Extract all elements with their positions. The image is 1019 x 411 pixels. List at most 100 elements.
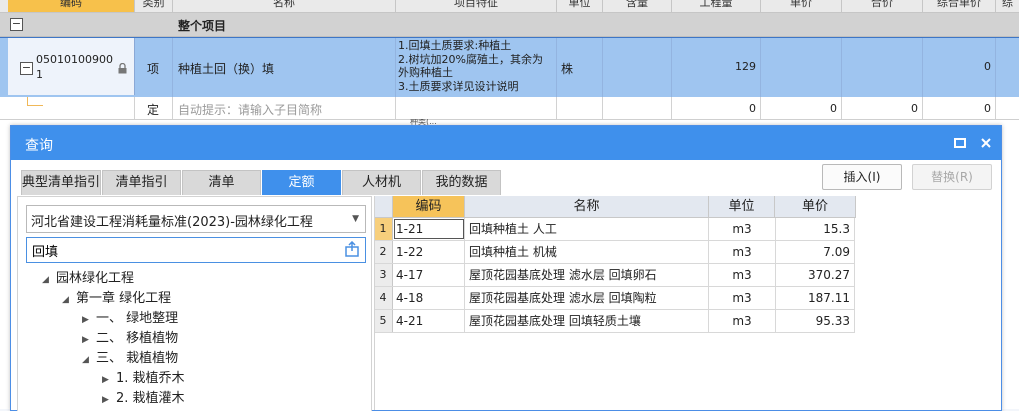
cell-name[interactable]: 回填种植土 人工	[465, 218, 709, 240]
header-unit[interactable]: 单位	[557, 0, 603, 12]
close-icon[interactable]	[977, 134, 995, 152]
cell-price[interactable]: 370.27	[775, 264, 855, 286]
header-content[interactable]: 含量	[603, 0, 672, 12]
cell-price[interactable]: 7.09	[775, 241, 855, 263]
search-input[interactable]	[30, 240, 334, 260]
cell-code[interactable]: 1-22	[393, 241, 465, 263]
cell-name[interactable]: 屋顶花园基底处理 滤水层 回填陶粒	[465, 287, 709, 309]
table-row[interactable]: 2 1-22 回填种植土 机械 m3 7.09	[374, 241, 855, 264]
sub-total: 0	[911, 102, 918, 115]
whole-project-row[interactable]: − 整个项目	[0, 13, 1019, 37]
row-index[interactable]: 4	[374, 287, 393, 309]
tab-labor-material-machine[interactable]: 人材机	[342, 170, 421, 195]
sub-total-unit-price: 0	[984, 102, 991, 115]
tree-collapsed-icon[interactable]: ▶	[82, 335, 96, 345]
cell-unit[interactable]: m3	[709, 218, 776, 240]
header-name[interactable]: 名称	[173, 0, 396, 12]
header-quantity[interactable]: 工程量	[672, 0, 761, 12]
tree-expanded-icon[interactable]: ◢	[62, 295, 76, 305]
col-unit[interactable]: 单位	[709, 196, 775, 218]
tree-node[interactable]: ▶ 二、 移植植物	[82, 327, 178, 346]
cell-unit[interactable]: m3	[709, 310, 776, 332]
row-index[interactable]: 3	[374, 264, 393, 286]
row-index[interactable]: 1	[374, 218, 393, 240]
sub-unit-price[interactable]: 0	[761, 102, 837, 115]
cell-code[interactable]: 4-18	[393, 287, 465, 309]
cell-code[interactable]: 4-21	[393, 310, 465, 332]
cell-price[interactable]: 187.11	[775, 287, 855, 309]
table-row[interactable]: 1 1-21 回填种植土 人工 m3 15.3	[374, 218, 855, 241]
header-more[interactable]: 综	[996, 0, 1019, 12]
tree-node[interactable]: ▶ 2. 栽植灌木	[102, 387, 185, 406]
tab-typical-bill-guide[interactable]: 典型清单指引	[21, 170, 101, 195]
search-clear-icon[interactable]	[345, 241, 359, 257]
tree-collapsed-icon[interactable]: ▶	[102, 375, 116, 385]
tree-node[interactable]: ◢ 第一章 绿化工程	[62, 287, 171, 306]
tree-node[interactable]: ◢ 园林绿化工程	[42, 267, 134, 286]
sub-quantity[interactable]: 0	[672, 102, 756, 115]
insert-button[interactable]: 插入(I)	[822, 164, 902, 190]
col-price[interactable]: 单价	[775, 196, 856, 218]
tab-quota[interactable]: 定额	[262, 170, 341, 195]
tree-collapsed-icon[interactable]: ▶	[82, 315, 96, 325]
cell-unit[interactable]: m3	[709, 287, 776, 309]
tree-node[interactable]: ◢ 三、 栽植植物	[82, 347, 178, 366]
item-code-line1: 05010100900	[36, 53, 113, 66]
item-features[interactable]: 1.回填土质要求:种植土 2.树坑加20%腐殖土，其余为 外购种植土 3.土质要…	[398, 39, 556, 93]
quota-result-table: 编码 名称 单位 单价 1 1-21 回填种植土 人工 m3 15.3 2 1-…	[374, 196, 856, 336]
row-index[interactable]: 2	[374, 241, 393, 263]
col-code[interactable]: 编码	[393, 196, 465, 218]
collapse-icon[interactable]: −	[10, 18, 23, 31]
quota-library-panel: 河北省建设工程消耗量标准(2023)-园林绿化工程 ▼ ◢园林绿化工程 ◢第一章…	[17, 196, 372, 411]
header-unit-price[interactable]: 单价	[761, 0, 842, 12]
table-row[interactable]: 4 4-18 屋顶花园基底处理 滤水层 回填陶粒 m3 187.11	[374, 287, 855, 310]
cell-unit[interactable]: m3	[709, 241, 776, 263]
tab-bill-guide[interactable]: 清单指引	[102, 170, 181, 195]
item-name[interactable]: 种植土回（换）填	[178, 60, 274, 77]
item-quantity[interactable]: 129	[672, 60, 756, 73]
cell-unit[interactable]: m3	[709, 264, 776, 286]
header-total[interactable]: 合价	[842, 0, 923, 12]
item-code-cell[interactable]: − 05010100900 1	[8, 38, 135, 95]
cell-name[interactable]: 屋顶花园基底处理 回填轻质土壤	[465, 310, 709, 332]
tab-my-data[interactable]: 我的数据	[422, 170, 501, 195]
tab-bill[interactable]: 清单	[182, 170, 261, 195]
cell-price[interactable]: 15.3	[775, 218, 855, 240]
cell-price[interactable]: 95.33	[775, 310, 855, 332]
dialog-title-bar[interactable]: 查询	[11, 126, 1001, 160]
whole-project-label: 整个项目	[178, 19, 227, 33]
cell-name[interactable]: 回填种植土 机械	[465, 241, 709, 263]
maximize-icon[interactable]	[951, 134, 969, 152]
table-row[interactable]: 3 4-17 屋顶花园基底处理 滤水层 回填卵石 m3 370.27	[374, 264, 855, 287]
tree-node[interactable]: ▶ 一、 绿地整理	[82, 307, 178, 326]
item-category[interactable]: 项	[147, 60, 159, 77]
sub-category[interactable]: 定	[147, 101, 159, 118]
quota-sub-row[interactable]: 定 自动提示：请输入子目简称 0 0 0 0	[0, 97, 1019, 120]
bill-item-row[interactable]: − 05010100900 1 项 种植土回（换）填 1.回填土质要求:种植土 …	[0, 37, 1019, 98]
header-features[interactable]: 项目特征	[396, 0, 557, 12]
header-category[interactable]: 类别	[135, 0, 173, 12]
row-index[interactable]: 5	[374, 310, 393, 332]
tree-collapsed-icon[interactable]: ▶	[102, 395, 116, 405]
collapse-icon[interactable]: −	[20, 62, 33, 75]
sub-name-hint[interactable]: 自动提示：请输入子目简称	[178, 101, 322, 118]
dialog-title: 查询	[25, 138, 53, 154]
table-row[interactable]: 5 4-21 屋顶花园基底处理 回填轻质土壤 m3 95.33	[374, 310, 855, 333]
table-corner	[374, 196, 393, 218]
cell-name[interactable]: 屋顶花园基底处理 滤水层 回填卵石	[465, 264, 709, 286]
chevron-down-icon[interactable]: ▼	[352, 214, 359, 224]
item-total-unit-price: 0	[984, 60, 991, 73]
header-code[interactable]: 编码	[8, 0, 135, 12]
search-field[interactable]	[26, 237, 366, 263]
replace-button[interactable]: 替换(R)	[912, 164, 992, 190]
library-select[interactable]: 河北省建设工程消耗量标准(2023)-园林绿化工程 ▼	[26, 205, 366, 233]
cell-code[interactable]: 4-17	[393, 264, 465, 286]
item-unit[interactable]: 株	[561, 60, 573, 77]
header-total-unit-price[interactable]: 综合单价	[923, 0, 996, 12]
tree-expanded-icon[interactable]: ◢	[42, 275, 56, 285]
tree-expanded-icon[interactable]: ◢	[82, 355, 96, 365]
lock-icon	[118, 63, 127, 74]
cell-code[interactable]: 1-21	[393, 218, 465, 240]
tree-node[interactable]: ▶ 1. 栽植乔木	[102, 367, 185, 386]
col-name[interactable]: 名称	[465, 196, 709, 218]
